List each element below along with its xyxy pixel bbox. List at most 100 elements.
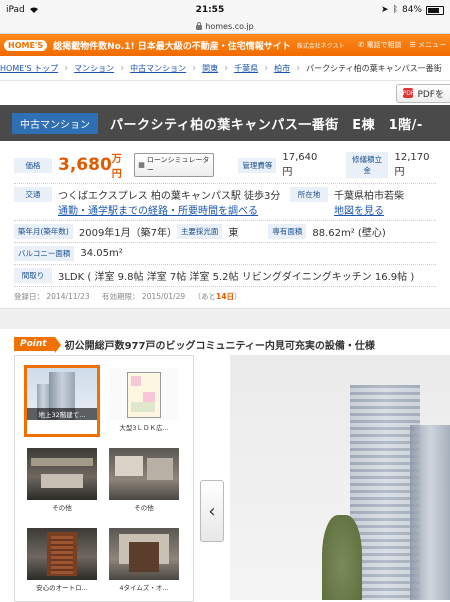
property-title-bar: 中古マンション パークシティ柏の葉キャンパス一番街 E棟 1階/- xyxy=(0,105,450,141)
thumbnail-other-2[interactable]: その他 xyxy=(109,448,179,514)
built-row: 築年月(築年数) 2009年1月（築7年） 主要採光面 東 専有面積 88.62… xyxy=(14,221,436,243)
breadcrumb-used-mansion[interactable]: 中古マンション xyxy=(130,63,186,74)
point-heading: Point 初公開総戸数977戸のビッグコミュニティー内見可充実の設備・仕様 xyxy=(14,333,450,355)
price-unit: 万円 xyxy=(111,154,122,180)
battery-percent: 84% xyxy=(401,5,422,15)
thumbnail-image xyxy=(27,528,97,580)
chevron-right-icon: › xyxy=(120,62,125,74)
mgmt-fee-value: 17,640円 xyxy=(282,152,318,178)
area-label: 専有面積 xyxy=(268,224,307,239)
thumbnail-caption: その他 xyxy=(134,504,154,512)
breadcrumb-kanto[interactable]: 関東 xyxy=(202,63,218,74)
thumbnail-image xyxy=(109,528,179,580)
access-label: 交通 xyxy=(14,187,52,202)
point-text: 初公開総戸数977戸のビッグコミュニティー内見可充実の設備・仕様 xyxy=(64,340,375,352)
direction-label: 主要採光面 xyxy=(176,224,223,239)
balcony-label: バルコニー面積 xyxy=(14,246,75,261)
pdf-row: PDF PDFを xyxy=(0,81,450,105)
point-tag: Point xyxy=(14,337,61,353)
wifi-icon xyxy=(29,7,38,13)
thumbnail-caption: 地上32階建て... xyxy=(27,408,97,420)
days-remaining: （あと14日） xyxy=(194,292,242,301)
commute-route-link[interactable]: 通勤・通学駅までの経路・所要時間を調べる xyxy=(58,202,290,217)
thumbnail-autolock[interactable]: 安心のオートロ... xyxy=(27,528,97,594)
map-link[interactable]: 地図を見る xyxy=(334,202,404,217)
bluetooth-icon: ᛒ xyxy=(392,5,398,15)
calculator-icon: ▦ xyxy=(138,161,145,169)
homes-logo[interactable]: HOME'S xyxy=(4,39,48,51)
pdf-icon: PDF xyxy=(402,88,415,98)
thumbnail-caption: その他 xyxy=(52,504,72,512)
property-details: 価格 3,680 万円 ▦ ローンシミュレーター 管理費等 17,640円 修繕積… xyxy=(0,141,450,308)
breadcrumb-mansion[interactable]: マンション xyxy=(74,63,114,74)
pdf-button[interactable]: PDF PDFを xyxy=(396,83,450,103)
thumbnail-other-1[interactable]: その他 xyxy=(27,448,97,514)
url-text: homes.co.jp xyxy=(205,22,254,31)
thumbnail-exterior[interactable]: 地上32階建て... xyxy=(24,365,100,437)
access-row: 交通 つくばエクスプレス 柏の葉キャンパス駅 徒歩3分 通勤・通学駅までの経路・… xyxy=(14,184,436,221)
thumbnail-caption: 大型3ＬＤＫ広... xyxy=(119,424,169,432)
days-remaining-prefix: （あと xyxy=(193,292,217,301)
repair-fund-value: 12,170円 xyxy=(394,152,430,178)
breadcrumb-current: パークシティ柏の葉キャンパス一番街 xyxy=(306,63,442,73)
photo-gallery: 地上32階建て... 大型3ＬＤＫ広... その他 その他 安心のオートロ...… xyxy=(0,355,450,602)
phone-consult-label: 電話で相談 xyxy=(366,41,402,49)
loan-simulator-button[interactable]: ▦ ローンシミュレーター xyxy=(134,153,215,177)
mgmt-fee-label: 管理費等 xyxy=(238,157,277,173)
address-value: 千葉県柏市若柴 xyxy=(334,191,404,202)
breadcrumb-home[interactable]: HOME'S トップ xyxy=(0,63,58,74)
chevron-right-icon: › xyxy=(296,62,301,74)
property-title: パークシティ柏の葉キャンパス一番街 E棟 1階/- xyxy=(110,117,423,133)
thumbnail-interior[interactable]: 4タイムズ・オ... xyxy=(109,528,179,594)
site-header: HOME'S 総掲載物件数No.1! 日本最大級の不動産・住宅情報サイト 株式会… xyxy=(0,34,450,56)
built-label: 築年月(築年数) xyxy=(14,224,73,239)
loan-simulator-label: ローンシミュレーター xyxy=(146,156,210,174)
breadcrumb-kashiwa[interactable]: 柏市 xyxy=(274,63,290,74)
access-block: つくばエクスプレス 柏の葉キャンパス駅 徒歩3分 通勤・通学駅までの経路・所要時… xyxy=(58,187,290,217)
layout-label: 間取り xyxy=(14,268,52,283)
price-value: 3,680 xyxy=(58,155,112,175)
days-remaining-value: 14日 xyxy=(216,292,234,301)
menu-button[interactable]: ☰ メニュー xyxy=(409,40,446,50)
breadcrumb-chiba[interactable]: 千葉県 xyxy=(234,63,258,74)
lock-icon xyxy=(196,22,203,30)
balcony-row: バルコニー面積 34.05m² xyxy=(14,243,436,265)
access-value: つくばエクスプレス 柏の葉キャンパス駅 徒歩3分 xyxy=(58,191,281,202)
pdf-label: PDFを xyxy=(417,89,444,100)
address-bar[interactable]: homes.co.jp xyxy=(0,20,450,34)
registered-date: 登録日： 2014/11/23 xyxy=(14,292,90,301)
chevron-right-icon: › xyxy=(264,62,269,74)
clock: 21:55 xyxy=(195,5,225,15)
built-value: 2009年1月（築7年） xyxy=(78,228,178,239)
thumbnail-grid: 地上32階建て... 大型3ＬＤＫ広... その他 その他 安心のオートロ...… xyxy=(14,355,194,602)
price-row: 価格 3,680 万円 ▦ ローンシミュレーター 管理費等 17,640円 修繕積… xyxy=(14,147,436,184)
menu-label: メニュー xyxy=(418,41,446,49)
thumbnail-image xyxy=(109,448,179,500)
days-remaining-suffix: ） xyxy=(233,292,242,301)
phone-consult-button[interactable]: ✆ 電話で相談 xyxy=(358,40,401,50)
company-name: 株式会社ネクスト xyxy=(296,42,345,50)
location-icon: ➤ xyxy=(381,5,389,15)
ios-status-bar: iPad 21:55 ➤ ᛒ 84% xyxy=(0,0,450,20)
thumbnail-image xyxy=(109,368,179,420)
price-label: 価格 xyxy=(14,157,52,173)
thumbnail-caption: 安心のオートロ... xyxy=(36,584,88,592)
gallery-prev-button[interactable]: ‹ xyxy=(200,480,224,542)
chevron-right-icon: › xyxy=(192,62,197,74)
address-block: 千葉県柏市若柴 地図を見る xyxy=(334,187,404,217)
listing-dates: 登録日： 2014/11/23 有効期限： 2015/01/29 （あと14日） xyxy=(14,287,436,308)
area-value: 88.62m² (壁心) xyxy=(312,228,386,239)
site-tagline: 総掲載物件数No.1! 日本最大級の不動産・住宅情報サイト xyxy=(53,41,291,52)
chevron-right-icon: › xyxy=(64,62,69,74)
address-label: 所在地 xyxy=(290,187,328,202)
breadcrumb: HOME'S トップ › マンション › 中古マンション › 関東 › 千葉県 › 柏市 ›… xyxy=(0,56,450,81)
main-photo xyxy=(230,355,450,600)
direction-value: 東 xyxy=(228,228,239,239)
thumbnail-caption: 4タイムズ・オ... xyxy=(119,584,169,592)
layout-value: 3LDK ( 洋室 9.8帖 洋室 7帖 洋室 5.2帖 リビングダイニングキッ… xyxy=(58,272,415,283)
chevron-left-icon: ‹ xyxy=(208,500,216,522)
chevron-right-icon: › xyxy=(224,62,229,74)
category-badge: 中古マンション xyxy=(12,112,98,134)
thumbnail-floorplan[interactable]: 大型3ＬＤＫ広... xyxy=(109,368,179,434)
layout-row: 間取り 3LDK ( 洋室 9.8帖 洋室 7帖 洋室 5.2帖 リビングダイニ… xyxy=(14,265,436,287)
